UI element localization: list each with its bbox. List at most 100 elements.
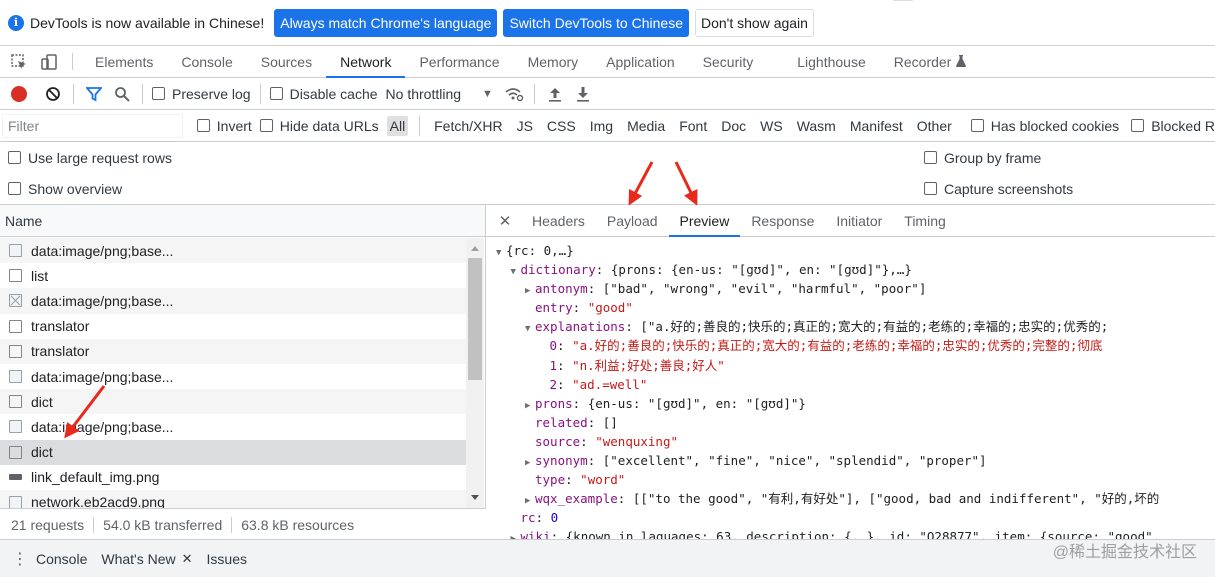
has-blocked-cookies-checkbox[interactable]: Has blocked cookies [970,118,1119,134]
request-row[interactable]: dict [0,439,466,465]
tab-sources[interactable]: Sources [247,46,326,77]
match-language-button[interactable]: Always match Chrome's language [274,8,498,37]
filter-input[interactable]: Filter [2,113,183,138]
request-row[interactable]: list [0,263,466,288]
export-har-button[interactable] [572,83,594,105]
tab-lighthouse[interactable]: Lighthouse [783,46,880,77]
tab-preview[interactable]: Preview [668,205,741,237]
capture-screenshots-checkbox[interactable]: Capture screenshots [924,181,1073,197]
blocked-requests-checkbox[interactable]: Blocked R [1131,118,1215,134]
json-preview-tree: ▼ {rc: 0,…} ▼ dictionary: {prons: {en-us: "… [486,238,1215,539]
tab-timing[interactable]: Timing [893,205,957,236]
filter-type-media[interactable]: Media [624,116,668,136]
json-token: : ["bad", "wrong", "evil", "harmful", "p… [587,281,927,297]
drawer-tab-whats-new[interactable]: What's New ✕ [101,551,192,567]
json-tree-line[interactable]: ▼ dictionary: {prons: {en-us: "[gʊd]", en… [486,260,1215,279]
tab-memory[interactable]: Memory [514,46,593,77]
scroll-up-arrow-icon[interactable] [471,246,479,251]
hide-data-urls-checkbox[interactable]: Hide data URLs [259,118,379,134]
preserve-log-checkbox[interactable]: Preserve log [152,86,251,102]
device-toolbar-icon[interactable] [34,46,64,77]
tab-initiator[interactable]: Initiator [825,205,893,236]
checkbox-box[interactable] [8,182,21,195]
filter-type-doc[interactable]: Doc [718,116,749,136]
dont-show-again-button[interactable]: Don't show again [694,8,814,37]
json-tree-line[interactable]: ▶ prons: {en-us: "[gʊd]", en: "[gʊd]"} [486,394,1215,413]
checkbox-box[interactable] [924,151,937,164]
invert-checkbox[interactable]: Invert [196,118,252,134]
tab-network[interactable]: Network [326,46,406,78]
filter-type-wasm[interactable]: Wasm [794,116,839,136]
expand-open-icon[interactable]: ▼ [496,244,506,263]
scroll-down-arrow-icon[interactable] [471,495,479,500]
inspect-element-icon[interactable] [4,46,34,77]
request-row[interactable]: dict [0,389,466,415]
checkbox-box[interactable] [8,151,21,164]
network-conditions-button[interactable] [503,83,525,105]
drawer-tab-issues[interactable]: Issues [207,551,247,567]
switch-to-chinese-button[interactable]: Switch DevTools to Chinese [503,8,689,37]
request-row[interactable]: link_default_img.png [0,465,466,490]
tab-security[interactable]: Security [689,46,784,77]
filter-type-other[interactable]: Other [914,116,955,136]
show-overview-checkbox[interactable]: Show overview [8,181,122,197]
throttling-select[interactable]: No throttling ▼ [386,86,493,102]
checkbox-box[interactable] [970,119,984,132]
json-tree-line[interactable]: ▶ synonym: ["excellent", "fine", "nice", … [486,451,1215,470]
request-row[interactable]: translator [0,338,466,364]
tab-response[interactable]: Response [740,205,825,236]
tab-application[interactable]: Application [592,46,689,77]
more-tools-icon[interactable]: ⋮ [12,549,28,569]
tab-performance[interactable]: Performance [405,46,513,77]
filter-type-manifest[interactable]: Manifest [847,116,906,136]
checkbox-box[interactable] [196,119,210,132]
json-tree-line: 2: "ad.=well" [486,375,1215,394]
checkbox-box[interactable] [259,119,273,132]
request-count: 21 requests [11,516,85,533]
request-list-scrollbar[interactable] [466,238,484,508]
tab-recorder[interactable]: Recorder [880,46,981,77]
request-row[interactable]: data:image/png;base... [0,238,466,264]
filter-type-js[interactable]: JS [514,116,536,136]
filter-type-css[interactable]: CSS [544,116,579,136]
import-har-button[interactable] [544,83,566,105]
checkbox-box[interactable] [924,182,937,195]
json-tree-line[interactable]: ▶ wqx_example: [["to the good", "有利,有好处"]… [486,489,1215,508]
close-details-icon[interactable]: ✕ [494,205,516,236]
request-row[interactable]: translator [0,314,466,339]
tab-elements[interactable]: Elements [81,46,167,77]
json-tree-line[interactable]: ▼ explanations: ["a.好的;善良的;快乐的;真正的;宽大的;有益… [486,317,1215,336]
search-button[interactable] [111,83,133,105]
filter-type-ws[interactable]: WS [757,116,786,136]
request-row[interactable]: data:image/png;base... [0,414,466,439]
tab-payload[interactable]: Payload [596,205,669,236]
expand-open-icon[interactable]: ▼ [525,320,535,339]
drawer-tab-console[interactable]: Console [36,551,87,567]
record-button[interactable] [8,83,30,105]
json-tree-line[interactable]: ▶ antonym: ["bad", "wrong", "evil", "harm… [486,279,1215,298]
scrollbar-thumb[interactable] [468,258,482,380]
clear-button[interactable] [42,83,64,105]
checkbox-box[interactable] [152,87,165,100]
checkbox-box[interactable] [1131,119,1145,132]
json-token: explanations [535,319,626,335]
close-icon[interactable]: ✕ [182,551,193,567]
request-row[interactable]: data:image/png;base... [0,288,466,314]
request-row[interactable]: data:image/png;base... [0,364,466,389]
tab-console[interactable]: Console [167,46,246,77]
checkbox-box[interactable] [269,87,283,100]
filter-type-fetch-xhr[interactable]: Fetch/XHR [431,116,505,136]
json-tree-line[interactable]: ▼ {rc: 0,…} [486,241,1215,260]
disable-cache-checkbox[interactable]: Disable cache [269,86,378,102]
filter-type-img[interactable]: Img [587,116,616,136]
request-row[interactable]: network.eb2acd9.png [0,489,466,508]
filter-type-font[interactable]: Font [676,116,710,136]
expand-closed-icon[interactable]: ▶ [511,530,521,539]
large-rows-checkbox[interactable]: Use large request rows [8,150,172,166]
filter-type-all[interactable]: All [386,115,409,136]
expand-open-icon[interactable]: ▼ [511,263,521,282]
group-by-frame-checkbox[interactable]: Group by frame [924,150,1041,166]
filter-button[interactable] [83,83,105,105]
tab-headers[interactable]: Headers [521,205,596,236]
name-column-header[interactable]: Name [0,205,485,237]
